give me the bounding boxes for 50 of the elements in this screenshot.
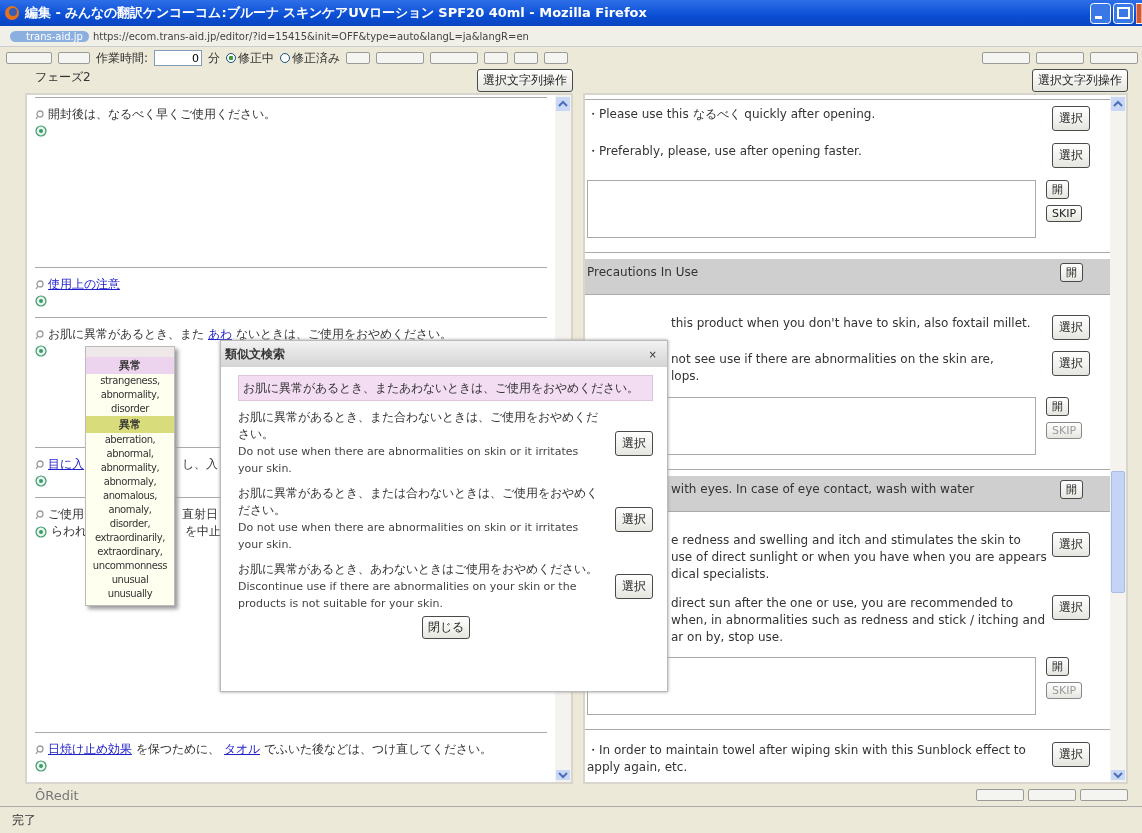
result-english: Do not use when there are abnormalities on skin or it irritates your skin. <box>238 444 580 477</box>
source-text: ないときは、ご使用をおやめください。 <box>236 326 452 343</box>
result-japanese: お肌に異常があるとき、あわないときはご使用をおやめください。 <box>238 561 598 578</box>
sense-text: disorder, <box>108 517 152 531</box>
sense-text: uncommonness <box>91 559 169 573</box>
source-text: ご使用 <box>48 506 84 523</box>
translation-candidate: ・Please use this なるべく quickly after opening. <box>587 106 876 123</box>
translation-candidate: this product when you don't have to skin, also foxtail millet. <box>671 314 1031 332</box>
unit-label: 分 <box>208 49 221 67</box>
target-text: を中止 <box>185 523 221 540</box>
app-logo: ÔRedit <box>34 787 79 803</box>
window-title: 編集 - みんなの翻訳ケンコーコム:ブルーナ スキンケアUVローション SPF20 40ml - Mozilla Firefox <box>25 4 647 22</box>
section-heading: with eyes. In case of eye contact, wash with water <box>671 481 975 497</box>
phase-label: フェーズ2 <box>34 69 91 86</box>
sense-text: extraordinary, <box>96 545 164 559</box>
section-heading: Precautions In Use <box>587 263 699 279</box>
source-text: でふいた後などは、つけ直してください。 <box>264 741 492 758</box>
sense-text: strangeness, <box>99 374 161 388</box>
sense-text: extraordinarily, <box>93 531 167 545</box>
sense-text: abnormal, <box>105 447 155 461</box>
sense-text: abnormality, <box>99 461 161 475</box>
result-japanese: お肌に異常があるとき、または合わないときは、ご使用をおやめください。 <box>238 485 598 519</box>
source-text: 直射日 <box>182 506 218 523</box>
work-time-label: 作業時間: <box>96 49 149 67</box>
translation-candidate: not see use if there are abnormalities on the skin are, lops. <box>671 351 994 386</box>
result-japanese: お肌に異常があるとき、また合わないときは、ご使用をおやめください。 <box>238 409 598 443</box>
headword: 異常 <box>86 357 174 374</box>
headword: 異常 <box>86 416 174 433</box>
dialog-title: 類似文検索 <box>225 345 285 363</box>
sense-text: abnormality, <box>99 388 161 402</box>
sense-text: abnormaly, <box>102 475 158 489</box>
sense-text: unusually <box>106 587 154 601</box>
translation-candidate: ・Preferably, please, use after opening faster. <box>587 142 862 160</box>
target-text: らわれ <box>51 523 87 540</box>
sense-text: anomaly, <box>107 503 153 517</box>
sense-text: disorder <box>110 402 151 416</box>
translation-candidate: ・In order to maintain towel after wiping skin with this Sunblock effect to apply again, etc. <box>587 742 1027 777</box>
source-text: 開封後は、なるべく早くご使用ください。 <box>48 106 276 123</box>
status-text: 完了 <box>12 811 36 829</box>
result-english: Do not use when there are abnormalities on skin or it irritates your skin. <box>238 520 580 553</box>
translation-candidate: e redness and swelling and itch and stimulates the skin to use of direct sunlight or when you have when you are appears dical specialists. <box>671 532 1047 584</box>
sense-text: anomalous, <box>101 489 159 503</box>
source-text: し、入 <box>182 456 218 473</box>
sense-text: aberration, <box>103 433 157 447</box>
translation-candidate: direct sun after the one or use, you are recommended to when, in abnormalities such as redness and stick / itching and ar on by, stop use. <box>671 594 1045 646</box>
source-text: を保つために、 <box>136 741 220 758</box>
result-english: Discontinue use if there are abnormalities on your skin or the products is not suitable for your skin. <box>238 579 578 612</box>
sense-text: unusual <box>110 573 150 587</box>
source-text: お肌に異常があるとき、また <box>48 326 204 343</box>
query-sentence: お肌に異常があるとき、またあわないときは、ご使用をおやめください。 <box>238 375 653 401</box>
